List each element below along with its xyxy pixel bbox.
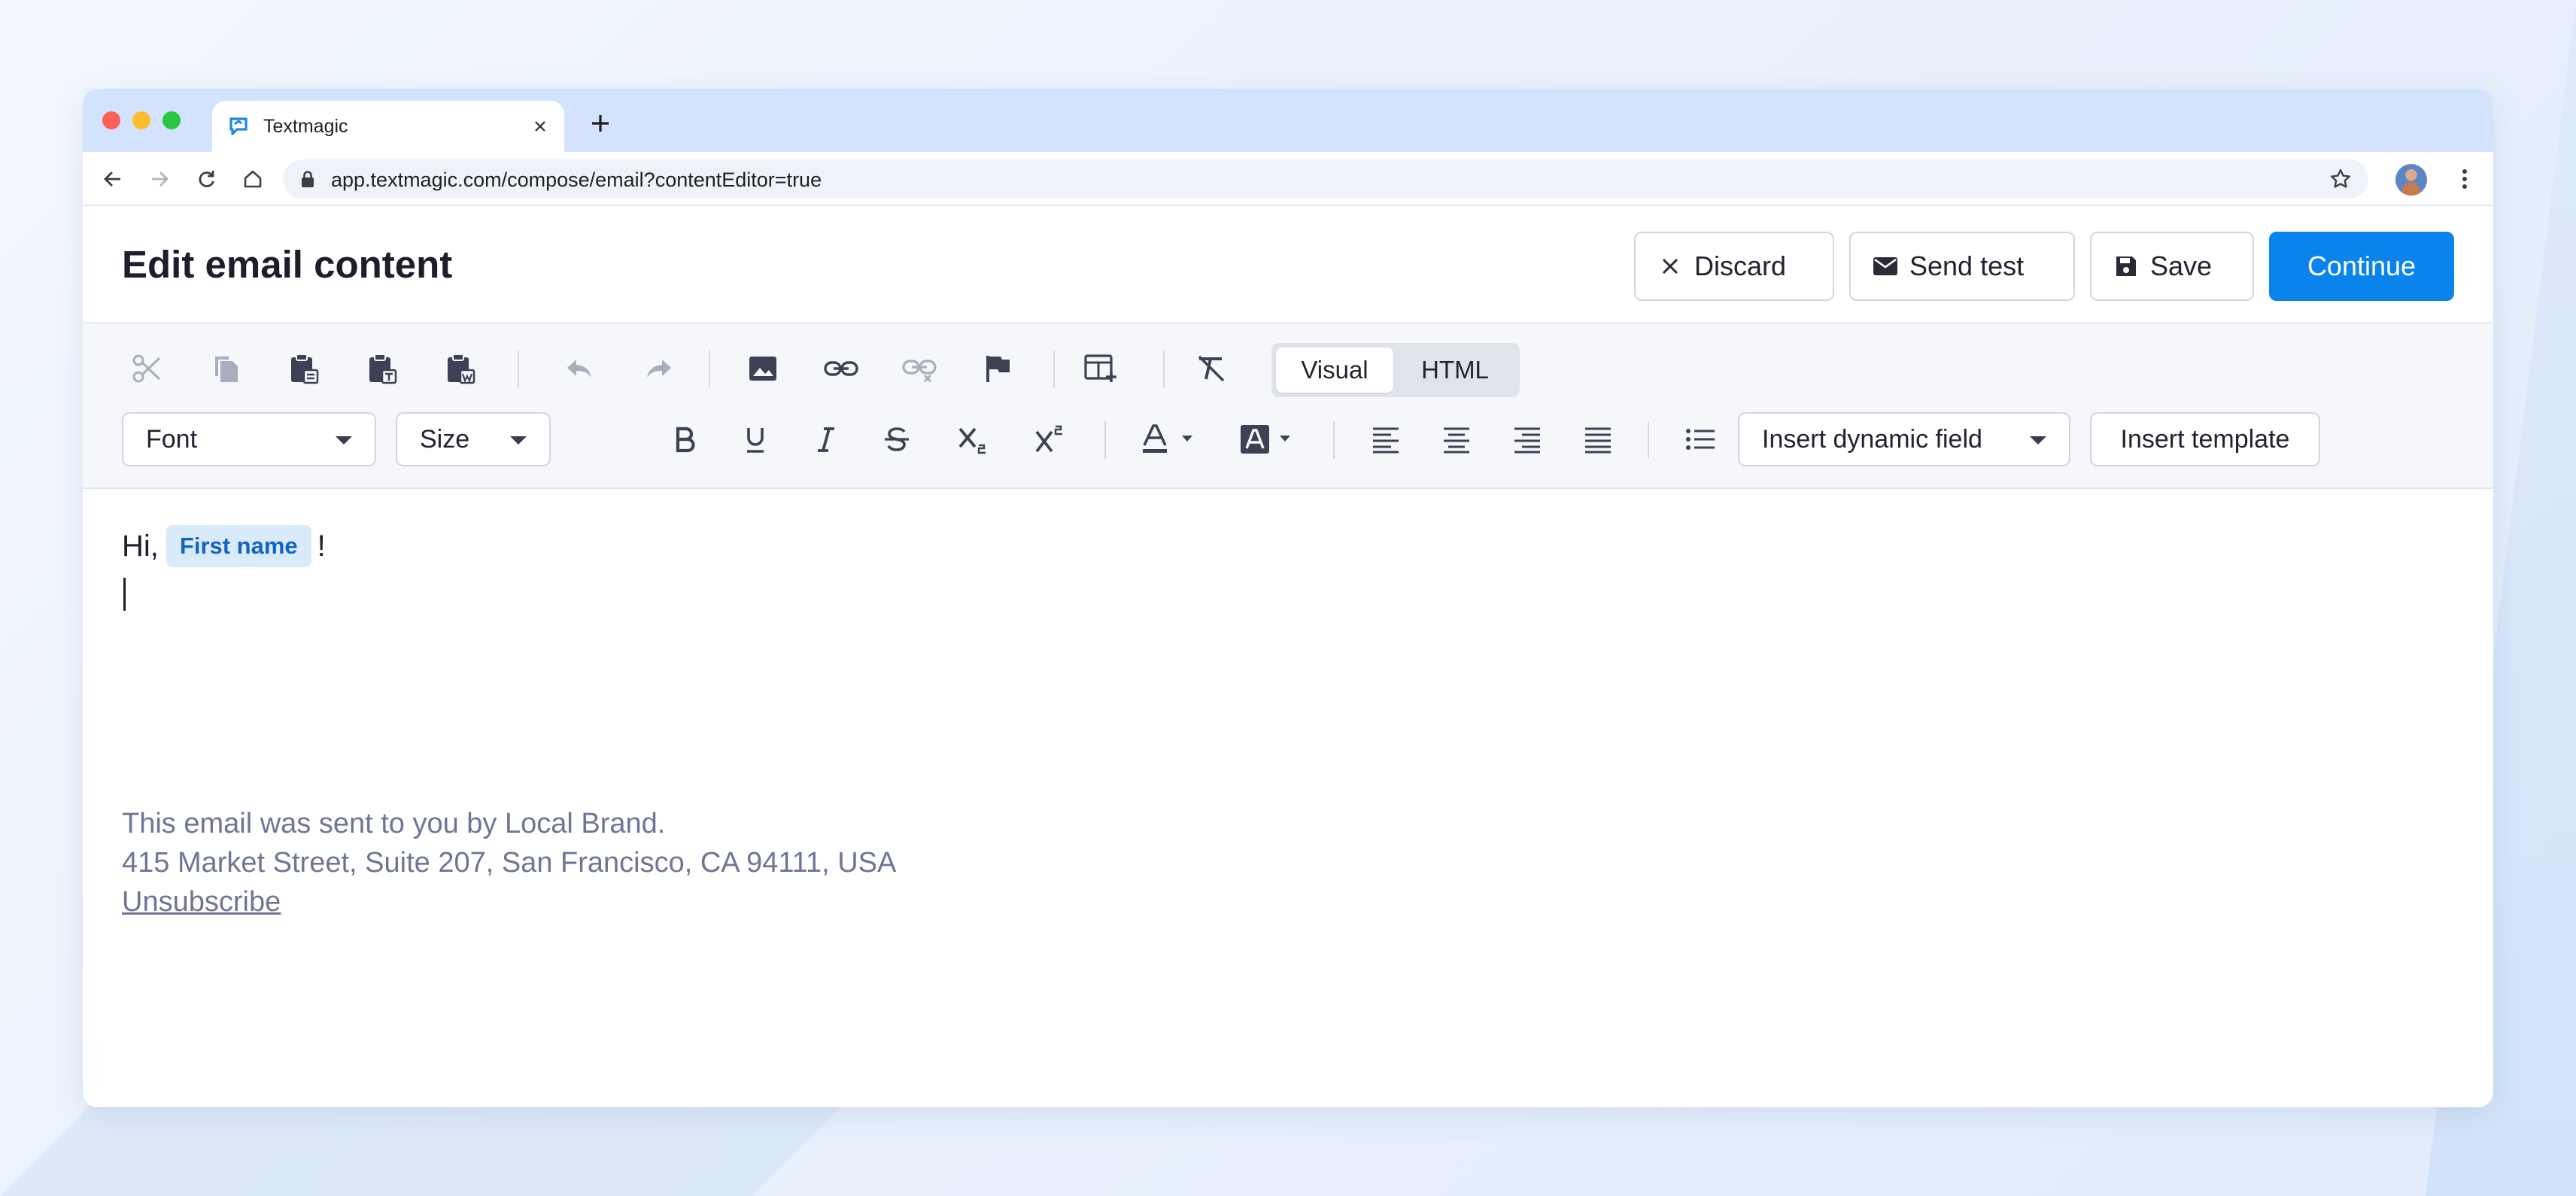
undo-icon[interactable] <box>558 348 600 390</box>
browser-menu-icon[interactable] <box>2451 165 2478 193</box>
page-title: Edit email content <box>122 243 453 286</box>
editor-toolbar: Visual HTML Font Size Insert dynamic fie… <box>83 323 2493 489</box>
close-window-button[interactable] <box>102 111 120 129</box>
footer-address-line: 415 Market Street, Suite 207, San Franci… <box>122 847 897 879</box>
size-select-value: Size <box>420 424 470 454</box>
align-justify-icon[interactable] <box>1577 418 1619 460</box>
url-text: app.textmagic.com/compose/email?contentE… <box>331 168 822 191</box>
clear-format-icon[interactable] <box>1190 348 1232 390</box>
toolbar-separator <box>1333 421 1335 459</box>
address-bar[interactable]: app.textmagic.com/compose/email?contentE… <box>283 159 2368 199</box>
toolbar-separator <box>518 351 519 388</box>
insert-dynamic-field-select[interactable]: Insert dynamic field <box>1738 412 2070 466</box>
mail-icon <box>1872 253 1899 280</box>
subscript-icon[interactable] <box>952 418 995 460</box>
chevron-down-icon <box>2030 436 2046 445</box>
cut-icon[interactable] <box>126 348 169 390</box>
forward-arrow-icon[interactable] <box>146 165 173 193</box>
maximize-window-button[interactable] <box>163 111 181 129</box>
visual-mode-tab[interactable]: Visual <box>1276 348 1393 393</box>
tab-title: Textmagic <box>263 115 348 137</box>
floppy-disk-icon <box>2113 253 2140 280</box>
unsubscribe-link[interactable]: Unsubscribe <box>122 886 281 918</box>
greeting-line: Hi, First name ! <box>122 525 326 567</box>
bookmark-star-icon[interactable] <box>2329 168 2352 194</box>
copy-icon[interactable] <box>205 348 247 390</box>
html-mode-tab[interactable]: HTML <box>1396 348 1514 393</box>
paste-icon[interactable] <box>283 348 325 390</box>
insert-template-button[interactable]: Insert template <box>2090 412 2320 466</box>
dynamic-field-chip[interactable]: First name <box>166 525 311 567</box>
toolbar-separator <box>1053 351 1055 388</box>
text-cursor <box>123 578 126 611</box>
background-color-icon[interactable] <box>1234 418 1302 460</box>
discard-button[interactable]: Discard <box>1634 232 1834 301</box>
browser-window: Textmagic app.textmagic.com/compose/emai… <box>83 89 2493 1107</box>
browser-navbar: app.textmagic.com/compose/email?contentE… <box>83 152 2493 206</box>
continue-button[interactable]: Continue <box>2269 232 2454 301</box>
insert-table-icon[interactable] <box>1080 348 1122 390</box>
bullet-list-icon[interactable] <box>1679 418 1721 460</box>
browser-tab[interactable]: Textmagic <box>212 101 564 152</box>
link-icon[interactable] <box>820 348 862 390</box>
profile-avatar[interactable] <box>2395 164 2427 196</box>
send-test-button[interactable]: Send test <box>1849 232 2075 301</box>
superscript-icon[interactable] <box>1029 418 1071 460</box>
toolbar-separator <box>709 351 710 388</box>
strikethrough-icon[interactable] <box>876 418 918 460</box>
paste-word-icon[interactable] <box>439 348 481 390</box>
align-center-icon[interactable] <box>1435 418 1478 460</box>
unlink-icon[interactable] <box>898 348 940 390</box>
italic-icon[interactable] <box>805 418 847 460</box>
close-tab-icon[interactable] <box>530 116 551 137</box>
font-select[interactable]: Font <box>122 412 376 466</box>
align-left-icon[interactable] <box>1365 418 1407 460</box>
align-right-icon[interactable] <box>1506 418 1548 460</box>
bold-icon[interactable] <box>664 418 706 460</box>
toolbar-separator <box>1648 421 1649 459</box>
underline-icon[interactable] <box>734 418 776 460</box>
paste-text-icon[interactable] <box>361 348 403 390</box>
home-icon[interactable] <box>239 165 266 193</box>
email-editor-content[interactable]: Hi, First name ! This email was sent to … <box>83 489 2493 1107</box>
send-test-label: Send test <box>1909 250 2025 281</box>
font-select-value: Font <box>146 424 198 454</box>
greeting-suffix: ! <box>317 529 326 563</box>
minimize-window-button[interactable] <box>132 111 150 129</box>
image-icon[interactable] <box>742 348 784 390</box>
chevron-down-icon <box>336 436 352 445</box>
lock-icon <box>299 169 316 193</box>
chevron-down-icon <box>510 436 527 445</box>
avatar-figure <box>2402 182 2420 196</box>
editor-mode-toggle: Visual HTML <box>1271 343 1520 397</box>
toolbar-separator <box>1104 421 1106 459</box>
page-header: Edit email content Discard Send test Sav… <box>83 208 2493 323</box>
reload-icon[interactable] <box>193 165 220 193</box>
size-select[interactable]: Size <box>396 412 551 466</box>
browser-titlebar: Textmagic <box>83 89 2493 152</box>
new-tab-icon[interactable] <box>585 108 615 138</box>
discard-label: Discard <box>1694 250 1787 281</box>
back-arrow-icon[interactable] <box>99 165 126 193</box>
toolbar-separator <box>1163 351 1165 388</box>
save-label: Save <box>2150 250 2213 281</box>
anchor-flag-icon[interactable] <box>977 348 1019 390</box>
textmagic-favicon-icon <box>227 115 250 138</box>
footer-sender-line: This email was sent to you by Local Bran… <box>122 808 666 839</box>
redo-icon[interactable] <box>638 348 680 390</box>
insert-dynamic-field-label: Insert dynamic field <box>1762 424 1982 454</box>
close-icon <box>1657 253 1684 280</box>
text-color-icon[interactable] <box>1136 418 1204 460</box>
save-button[interactable]: Save <box>2090 232 2254 301</box>
greeting-prefix: Hi, <box>122 529 159 563</box>
